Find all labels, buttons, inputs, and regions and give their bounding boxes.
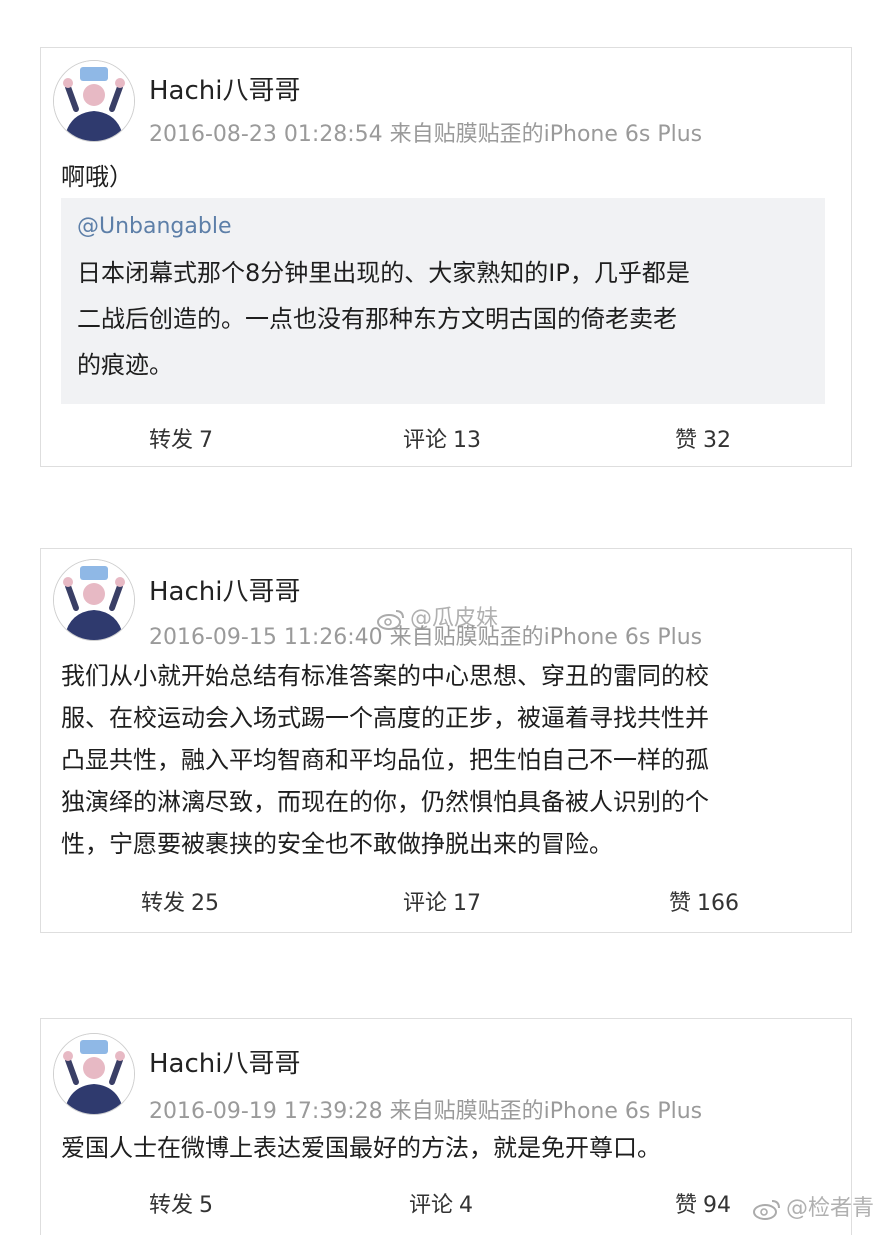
mention-link[interactable]: @Unbangable [77,210,811,244]
repost-button[interactable]: 转发 7 [149,422,213,454]
avatar[interactable] [53,60,135,142]
avatar-image [54,560,134,640]
action-bar: 转发 5 评论 4 赞 94 [41,1187,851,1227]
repost-label: 转发 [141,891,186,916]
comment-count: 4 [459,1193,474,1218]
watermark-mid: @瓜皮妹 [376,600,498,632]
action-bar: 转发 25 评论 17 赞 166 [41,885,851,925]
like-label: 赞 [675,1193,698,1218]
username[interactable]: Hachi八哥哥 [149,70,300,107]
post-line: 我们从小就开始总结有标准答案的中心思想、穿丑的雷同的校 [61,662,709,690]
repost-button[interactable]: 转发 25 [141,885,219,917]
username[interactable]: Hachi八哥哥 [149,571,300,608]
post-text: 啊哦） [61,163,133,191]
repost-label: 转发 [149,428,194,453]
watermark-bottom: @检者青 [752,1190,874,1222]
post-line: 服、在校运动会入场式踢一个高度的正步，被逼着寻找共性并 [61,704,709,732]
comment-button[interactable]: 评论 17 [403,885,481,917]
avatar-image [54,1034,134,1114]
comment-button[interactable]: 评论 4 [409,1187,473,1219]
weibo-logo-icon [753,1200,780,1220]
quoted-line: 的痕迹。 [77,351,173,379]
comment-label: 评论 [403,428,448,453]
comment-count: 17 [453,891,482,916]
avatar[interactable] [53,1033,135,1115]
weibo-post-1: Hachi八哥哥 2016-08-23 01:28:54 来自贴膜贴歪的iPho… [40,47,852,467]
quoted-line: 日本闭幕式那个8分钟里出现的、大家熟知的IP，几乎都是 [77,259,690,287]
quoted-post[interactable]: @Unbangable 日本闭幕式那个8分钟里出现的、大家熟知的IP，几乎都是 … [61,198,825,404]
repost-button[interactable]: 转发 5 [149,1187,213,1219]
action-bar: 转发 7 评论 13 赞 32 [41,422,851,462]
comment-button[interactable]: 评论 13 [403,422,481,454]
like-count: 32 [703,428,732,453]
repost-count: 5 [199,1193,214,1218]
watermark-text: @瓜皮妹 [410,606,499,631]
repost-count: 7 [199,428,214,453]
like-button[interactable]: 赞 32 [675,422,731,454]
post-line: 独演绎的淋漓尽致，而现在的你，仍然惧怕具备被人识别的个 [61,788,709,816]
avatar[interactable] [53,559,135,641]
comment-label: 评论 [409,1193,454,1218]
like-label: 赞 [669,891,692,916]
weibo-logo-icon [377,610,404,630]
post-meta: 2016-08-23 01:28:54 来自贴膜贴歪的iPhone 6s Plu… [149,122,703,147]
like-count: 94 [703,1193,732,1218]
like-button[interactable]: 赞 166 [669,885,739,917]
weibo-post-3: Hachi八哥哥 2016-09-19 17:39:28 来自贴膜贴歪的iPho… [40,1018,852,1235]
post-line: 凸显共性，融入平均智商和平均品位，把生怕自己不一样的孤 [61,746,709,774]
post-text: 爱国人士在微博上表达爱国最好的方法，就是免开尊口。 [61,1134,661,1162]
quoted-text: 日本闭幕式那个8分钟里出现的、大家熟知的IP，几乎都是 二战后创造的。一点也没有… [77,250,811,388]
comment-label: 评论 [403,891,448,916]
username[interactable]: Hachi八哥哥 [149,1043,300,1080]
like-count: 166 [697,891,740,916]
like-label: 赞 [675,428,698,453]
repost-count: 25 [191,891,220,916]
avatar-image [54,61,134,141]
watermark-text: @检者青 [786,1196,874,1221]
post-meta: 2016-09-19 17:39:28 来自贴膜贴歪的iPhone 6s Plu… [149,1099,703,1124]
like-button[interactable]: 赞 94 [675,1187,731,1219]
quoted-line: 二战后创造的。一点也没有那种东方文明古国的倚老卖老 [77,305,677,333]
post-line: 性，宁愿要被裹挟的安全也不敢做挣脱出来的冒险。 [61,830,613,858]
post-text: 我们从小就开始总结有标准答案的中心思想、穿丑的雷同的校 服、在校运动会入场式踢一… [61,655,835,865]
comment-count: 13 [453,428,482,453]
repost-label: 转发 [149,1193,194,1218]
